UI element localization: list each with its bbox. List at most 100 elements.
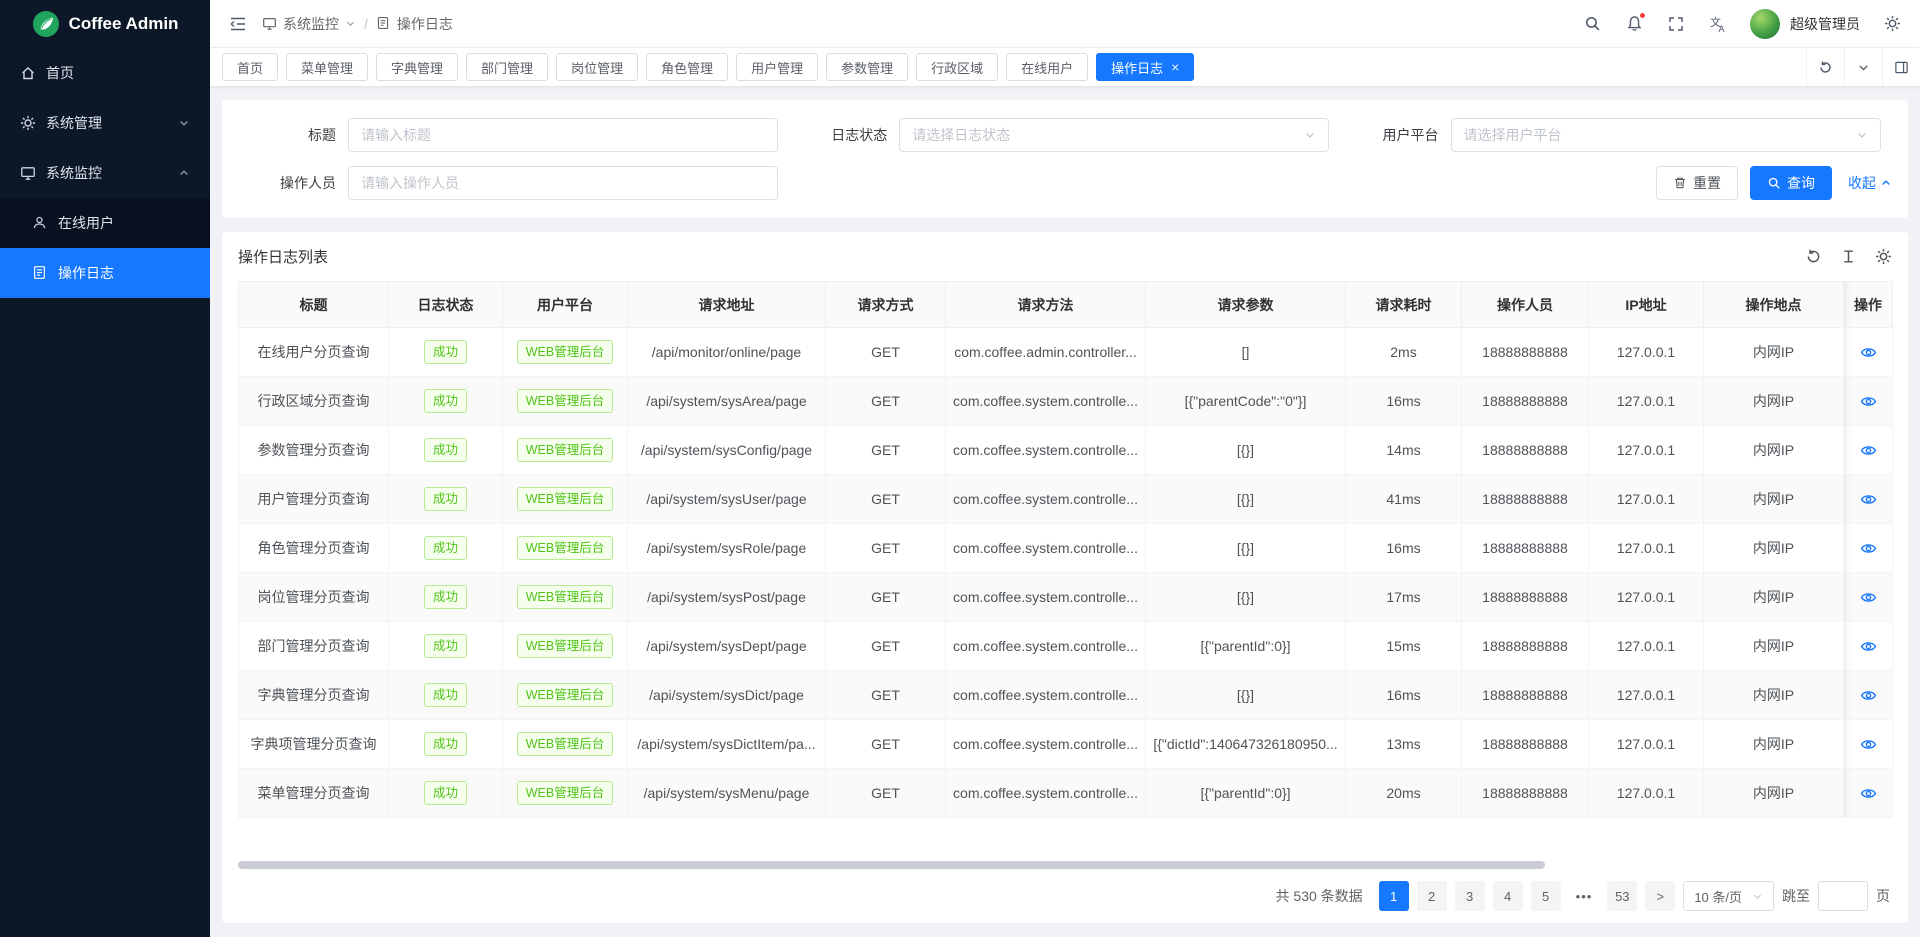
cell-operator: 18888888888 (1462, 475, 1589, 524)
view-detail-eye-icon[interactable] (1860, 344, 1877, 361)
jump-page-input[interactable] (1818, 881, 1868, 911)
page-button-2[interactable]: 2 (1417, 881, 1447, 911)
tab-menu-chevron-icon[interactable] (1844, 48, 1882, 86)
chevron-down-icon (1752, 891, 1763, 902)
cell-location: 内网IP (1704, 377, 1844, 426)
user-avatar[interactable] (1750, 9, 1780, 39)
sidebar-item-online-users[interactable]: 在线用户 (0, 198, 210, 248)
tab-item-2[interactable]: 字典管理 (376, 53, 458, 81)
filter-status-field: 日志状态 请选择日志状态 (789, 118, 1340, 152)
tab-item-7[interactable]: 参数管理 (826, 53, 908, 81)
cell-duration: 41ms (1346, 475, 1462, 524)
cell-method: GET (826, 524, 946, 573)
page-button-1[interactable]: 1 (1379, 881, 1409, 911)
cell-platform: WEB管理后台 (503, 426, 628, 475)
chevron-down-icon (345, 18, 356, 29)
breadcrumb-system-monitor[interactable]: 系统监控 (283, 14, 339, 34)
gear-icon (20, 115, 36, 131)
platform-badge: WEB管理后台 (517, 634, 613, 659)
notification-bell-icon[interactable] (1624, 14, 1644, 34)
cell-status: 成功 (389, 573, 503, 622)
view-detail-eye-icon[interactable] (1860, 393, 1877, 410)
cell-url: /api/monitor/online/page (628, 328, 826, 377)
operator-input[interactable] (348, 166, 778, 200)
cell-method: GET (826, 328, 946, 377)
column-settings-gear-icon[interactable] (1875, 248, 1892, 265)
collapse-button[interactable]: 收起 (1848, 173, 1892, 193)
tab-close-icon[interactable]: × (1171, 60, 1179, 74)
cell-title: 字典管理分页查询 (239, 671, 389, 720)
tab-item-4[interactable]: 岗位管理 (556, 53, 638, 81)
cell-location: 内网IP (1704, 524, 1844, 573)
settings-gear-icon[interactable] (1882, 14, 1902, 34)
view-detail-eye-icon[interactable] (1860, 540, 1877, 557)
tab-item-9[interactable]: 在线用户 (1006, 53, 1088, 81)
logo-leaf-icon (32, 10, 60, 38)
page-size-select[interactable]: 10 条/页 (1683, 881, 1774, 911)
cell-ip: 127.0.0.1 (1589, 622, 1704, 671)
cell-actions (1844, 524, 1893, 573)
column-header-7: 请求耗时 (1346, 282, 1462, 328)
table-row: 角色管理分页查询成功WEB管理后台/api/system/sysRole/pag… (239, 524, 1893, 573)
page-ellipsis: ••• (1569, 881, 1600, 911)
tabs-list: 首页菜单管理字典管理部门管理岗位管理角色管理用户管理参数管理行政区域在线用户操作… (222, 53, 1194, 81)
view-detail-eye-icon[interactable] (1860, 442, 1877, 459)
sidebar-item-operation-log[interactable]: 操作日志 (0, 248, 210, 298)
cell-title: 菜单管理分页查询 (239, 769, 389, 818)
sidebar-item-system-management[interactable]: 系统管理 (0, 98, 210, 148)
tab-item-3[interactable]: 部门管理 (466, 53, 548, 81)
cell-ip: 127.0.0.1 (1589, 328, 1704, 377)
platform-select[interactable]: 请选择用户平台 (1451, 118, 1881, 152)
scrollbar-thumb[interactable] (238, 861, 1545, 869)
density-icon[interactable] (1840, 248, 1857, 265)
cell-params: [{"dictId":140647326180950... (1146, 720, 1346, 769)
total-count: 共 530 条数据 (1276, 886, 1363, 906)
reset-button[interactable]: 重置 (1656, 166, 1738, 200)
refresh-icon[interactable] (1805, 248, 1822, 265)
title-input[interactable] (348, 118, 778, 152)
tab-label: 操作日志 (1111, 58, 1163, 77)
tab-item-0[interactable]: 首页 (222, 53, 278, 81)
search-icon[interactable] (1582, 14, 1602, 34)
view-detail-eye-icon[interactable] (1860, 638, 1877, 655)
username[interactable]: 超级管理员 (1790, 14, 1860, 34)
view-detail-eye-icon[interactable] (1860, 589, 1877, 606)
view-detail-eye-icon[interactable] (1860, 687, 1877, 704)
refresh-tab-icon[interactable] (1806, 48, 1844, 86)
sidebar-item-system-monitor[interactable]: 系统监控 (0, 148, 210, 198)
tab-item-1[interactable]: 菜单管理 (286, 53, 368, 81)
table-empty-space (238, 818, 1892, 853)
next-page-button[interactable]: > (1645, 881, 1675, 911)
sidebar: Coffee Admin 首页 系统管理 系统监控 (0, 0, 210, 937)
menu-fold-icon[interactable] (228, 14, 248, 34)
layout-panel-icon[interactable] (1882, 48, 1920, 86)
monitor-icon (262, 16, 277, 31)
view-detail-eye-icon[interactable] (1860, 491, 1877, 508)
cell-status: 成功 (389, 328, 503, 377)
cell-func: com.coffee.system.controlle... (946, 720, 1146, 769)
cell-actions (1844, 720, 1893, 769)
tab-item-6[interactable]: 用户管理 (736, 53, 818, 81)
page-button-53[interactable]: 53 (1607, 881, 1637, 911)
table-row: 部门管理分页查询成功WEB管理后台/api/system/sysDept/pag… (239, 622, 1893, 671)
page-button-3[interactable]: 3 (1455, 881, 1485, 911)
fullscreen-icon[interactable] (1666, 14, 1686, 34)
table-body: 在线用户分页查询成功WEB管理后台/api/monitor/online/pag… (239, 328, 1893, 818)
search-button[interactable]: 查询 (1750, 166, 1832, 200)
sidebar-item-home[interactable]: 首页 (0, 48, 210, 98)
cell-operator: 18888888888 (1462, 524, 1589, 573)
cell-platform: WEB管理后台 (503, 769, 628, 818)
page-button-4[interactable]: 4 (1493, 881, 1523, 911)
tab-item-10[interactable]: 操作日志 × (1096, 53, 1194, 81)
cell-func: com.coffee.system.controlle... (946, 622, 1146, 671)
chevron-up-icon (178, 167, 190, 179)
page-button-5[interactable]: 5 (1531, 881, 1561, 911)
view-detail-eye-icon[interactable] (1860, 785, 1877, 802)
status-select[interactable]: 请选择日志状态 (899, 118, 1329, 152)
page-size-value: 10 条/页 (1694, 887, 1742, 906)
tab-item-5[interactable]: 角色管理 (646, 53, 728, 81)
translate-icon[interactable]: 文A (1708, 14, 1728, 34)
view-detail-eye-icon[interactable] (1860, 736, 1877, 753)
tab-item-8[interactable]: 行政区域 (916, 53, 998, 81)
horizontal-scrollbar[interactable] (238, 861, 1892, 869)
